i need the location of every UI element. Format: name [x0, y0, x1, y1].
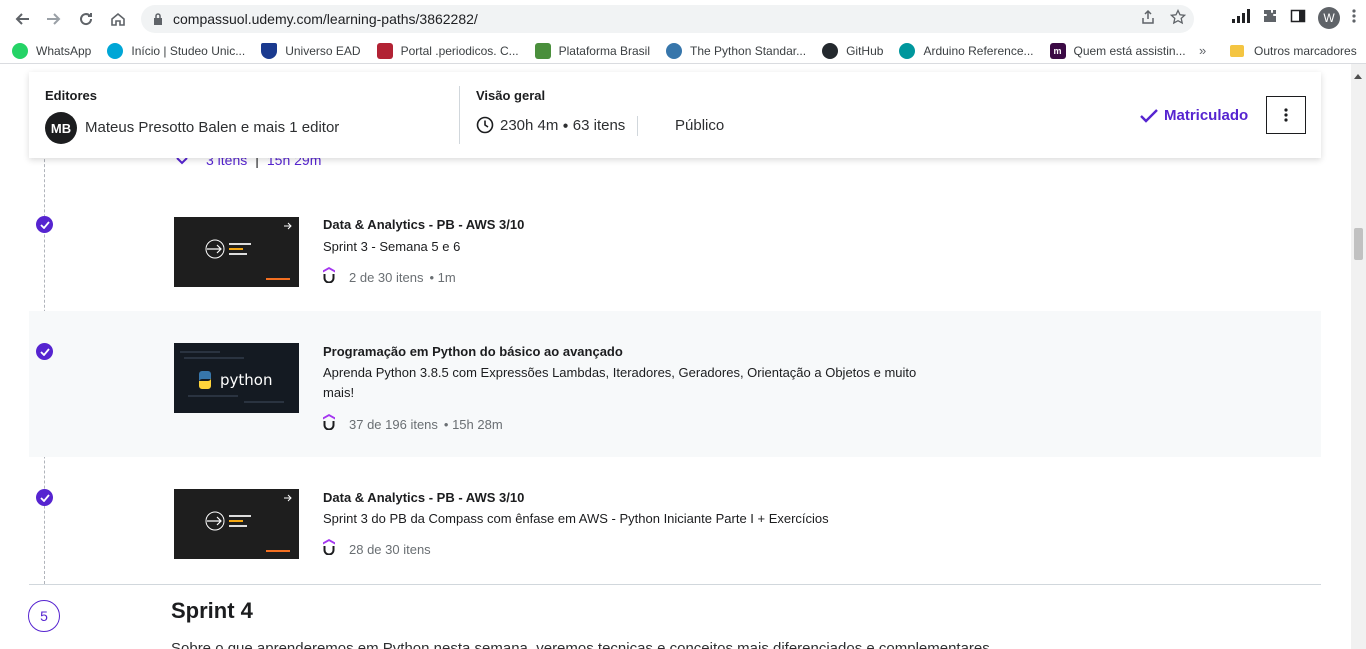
extensions-icon[interactable]	[1262, 8, 1278, 29]
bullet-icon: ●	[562, 120, 569, 132]
folder-icon	[1230, 44, 1244, 57]
divider	[637, 116, 638, 136]
course-title[interactable]: Programação em Python do básico ao avanç…	[323, 344, 623, 359]
enrolled-button[interactable]: Matriculado	[1140, 107, 1248, 124]
bookmark-universo-ead[interactable]: Universo EAD	[261, 42, 361, 59]
section-title: Sprint 4	[171, 598, 253, 623]
course-thumbnail[interactable]: python	[174, 343, 299, 413]
udemy-icon	[323, 267, 343, 287]
editors-title: Editores	[45, 88, 98, 103]
udemy-icon	[323, 539, 343, 559]
bookmark-plataforma-brasil[interactable]: Plataforma Brasil	[534, 42, 650, 59]
reload-icon[interactable]	[70, 3, 102, 35]
bookmark-arduino[interactable]: Arduino Reference...	[899, 42, 1034, 59]
back-icon[interactable]	[6, 3, 38, 35]
address-bar[interactable]: compassuol.udemy.com/learning-paths/3862…	[141, 5, 1194, 33]
home-icon[interactable]	[102, 3, 134, 35]
python-thumb-label: python	[220, 371, 272, 389]
section-description: Sobre o que aprenderemos em Python nesta…	[171, 640, 990, 649]
course-progress: 2 de 30 itens • 1m	[323, 267, 456, 287]
python-icon	[666, 42, 682, 59]
bookmark-whatsapp[interactable]: WhatsApp	[12, 42, 91, 59]
course-title[interactable]: Data & Analytics - PB - AWS 3/10	[323, 490, 524, 505]
course-progress: 28 de 30 itens	[323, 539, 431, 559]
course-thumbnail[interactable]	[174, 217, 299, 287]
chrome-menu-icon[interactable]	[1352, 8, 1356, 29]
periodicos-icon	[376, 42, 393, 59]
bookmarks-bar: WhatsApp Início | Studeo Unic... Univers…	[0, 38, 1366, 64]
m-icon: m	[1049, 42, 1066, 59]
course-thumbnail[interactable]	[174, 489, 299, 559]
list-item[interactable]: Data & Analytics - PB - AWS 3/10 Sprint …	[29, 184, 1321, 310]
course-description: Aprenda Python 3.8.5 com Expressões Lamb…	[323, 365, 917, 400]
bookmarks-overflow-button[interactable]: »	[1199, 43, 1206, 58]
signal-icon[interactable]	[1232, 8, 1250, 28]
star-icon[interactable]	[1169, 8, 1187, 29]
other-bookmarks[interactable]: Outros marcadores	[1230, 44, 1357, 58]
course-progress: 37 de 196 itens • 15h 28m	[323, 414, 503, 434]
github-icon	[822, 42, 839, 59]
bookmark-quem-esta[interactable]: m Quem está assistin...	[1049, 42, 1186, 59]
scroll-up-icon[interactable]	[1354, 74, 1362, 79]
list-item[interactable]: python Programação em Python do básico a…	[29, 311, 1321, 457]
completed-check-icon	[36, 343, 53, 360]
kebab-icon	[1284, 108, 1288, 122]
course-description: Sprint 3 - Semana 5 e 6	[323, 239, 461, 254]
studeo-icon	[107, 42, 124, 59]
course-title[interactable]: Data & Analytics - PB - AWS 3/10	[323, 217, 524, 232]
course-description: Sprint 3 do PB da Compass com ênfase em …	[323, 511, 829, 526]
learning-path-header: Editores MB Mateus Presotto Balen e mais…	[29, 72, 1321, 158]
more-options-button[interactable]	[1266, 96, 1306, 134]
completed-check-icon	[36, 216, 53, 233]
plataforma-icon	[534, 42, 551, 59]
arduino-icon	[899, 42, 916, 59]
url-text: compassuol.udemy.com/learning-paths/3862…	[173, 11, 478, 27]
forward-icon[interactable]	[38, 3, 70, 35]
lock-icon	[153, 13, 165, 25]
bookmark-periodicos[interactable]: Portal .periodicos. C...	[376, 42, 519, 59]
bookmark-github[interactable]: GitHub	[822, 42, 883, 59]
whatsapp-icon	[12, 42, 28, 59]
divider	[459, 86, 460, 144]
overview-stats: 230h 4m ● 63 itens	[500, 117, 626, 134]
overview-title: Visão geral	[476, 88, 546, 103]
profile-avatar[interactable]: W	[1318, 7, 1340, 29]
completed-check-icon	[36, 489, 53, 506]
page-content: 3 itens | 15h 29m Editores MB Mateus Pre…	[0, 64, 1366, 649]
bookmark-studeo[interactable]: Início | Studeo Unic...	[107, 42, 245, 59]
visibility-label: Público	[675, 117, 725, 134]
bookmark-python-docs[interactable]: The Python Standar...	[666, 42, 806, 59]
clock-icon	[476, 116, 494, 134]
scrollbar[interactable]	[1351, 64, 1366, 649]
share-icon[interactable]	[1140, 9, 1156, 29]
section-divider	[29, 584, 1321, 585]
browser-toolbar: compassuol.udemy.com/learning-paths/3862…	[0, 0, 1366, 38]
side-panel-icon[interactable]	[1290, 8, 1306, 29]
scroll-thumb[interactable]	[1354, 228, 1363, 260]
udemy-icon	[323, 414, 343, 434]
list-item[interactable]: Data & Analytics - PB - AWS 3/10 Sprint …	[29, 457, 1321, 583]
avatar: MB	[45, 112, 77, 144]
section-number: 5	[28, 600, 60, 632]
shield-icon	[261, 42, 278, 59]
check-icon	[1140, 108, 1158, 123]
editor-name[interactable]: Mateus Presotto Balen e mais 1 editor	[85, 119, 339, 136]
